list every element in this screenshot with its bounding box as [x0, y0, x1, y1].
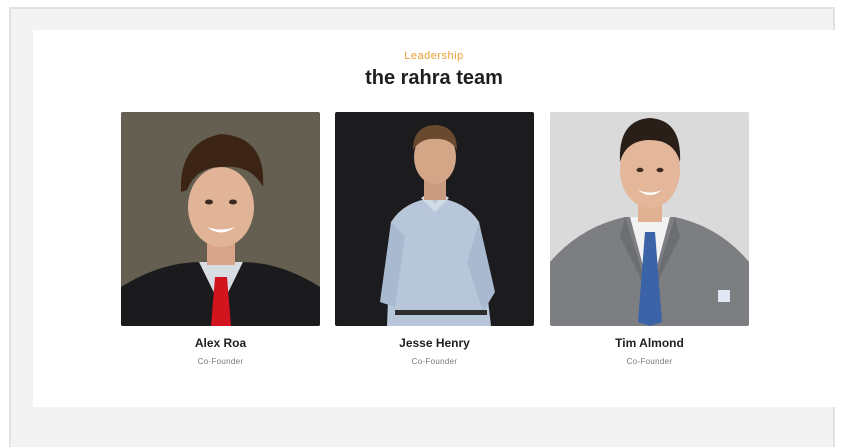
team-member-card: Alex Roa Co-Founder: [121, 112, 320, 366]
section-eyebrow: Leadership: [404, 50, 464, 62]
team-member-photo: [550, 112, 749, 326]
team-member-name: Alex Roa: [194, 336, 247, 350]
team-member-photo: [121, 112, 320, 326]
team-member-role: Co-Founder: [626, 357, 673, 366]
page-frame: Leadership the rahra team Alex Roa Co-Fo…: [9, 7, 835, 447]
team-member-role: Co-Founder: [197, 357, 244, 366]
team-member-name: Tim Almond: [615, 336, 684, 350]
team-member-photo: [335, 112, 534, 326]
team-member-card: Tim Almond Co-Founder: [550, 112, 749, 366]
section-title: the rahra team: [365, 67, 503, 89]
team-member-role: Co-Founder: [411, 357, 458, 366]
team-member-name: Jesse Henry: [399, 336, 470, 350]
team-member-card: Jesse Henry Co-Founder: [335, 112, 534, 366]
team-section: Leadership the rahra team Alex Roa Co-Fo…: [33, 30, 835, 407]
